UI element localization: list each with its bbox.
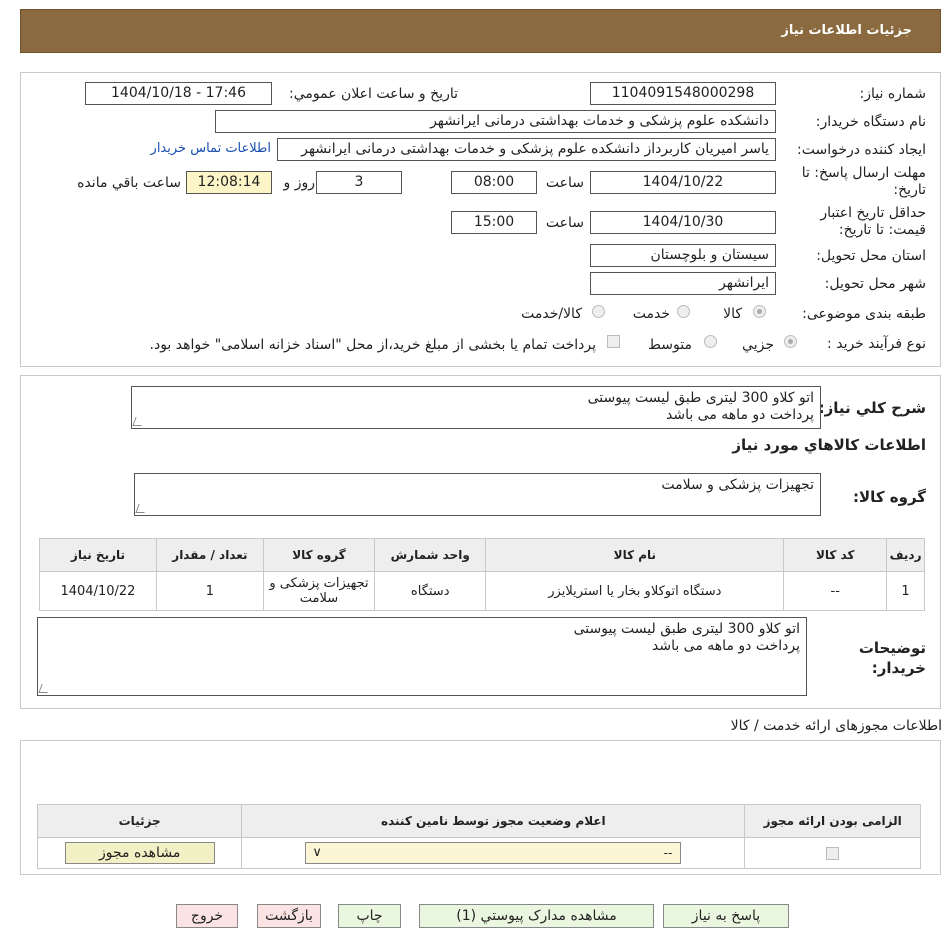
goods-table-header: رديف کد کالا نام کالا واحد شمارش گروه کا… [39, 538, 925, 572]
process-minor-label: جزیي [742, 337, 774, 353]
col-unit: واحد شمارش [374, 538, 487, 572]
col-details: جزئیات [36, 804, 243, 838]
treasury-note: پرداخت تمام یا بخشی از مبلغ خرید،از محل … [149, 337, 596, 353]
requester-label: ایجاد کننده درخواست: [797, 142, 926, 158]
col-mandatory: الزامی بودن ارائه مجوز [744, 804, 921, 838]
table-row: ∨ -- مشاهده مجوز [36, 837, 921, 869]
description-label: شرح کلي نياز: [818, 399, 926, 417]
city-label: شهر محل تحویل: [824, 276, 926, 292]
cell-details: مشاهده مجوز [36, 837, 243, 869]
deadline-date-field[interactable]: 1404/10/22 [590, 171, 776, 194]
col-code: کد کالا [783, 538, 888, 572]
announce-datetime-field[interactable]: 1404/10/18 - 17:46 [85, 82, 272, 105]
category-service-radio[interactable] [677, 305, 690, 318]
validity-date-field[interactable]: 1404/10/30 [590, 211, 776, 234]
cell-name: دستگاه اتوکلاو بخار یا استریلایزر [485, 571, 785, 611]
deadline-time-field[interactable]: 08:00 [451, 171, 537, 194]
buyer-contact-link[interactable]: اطلاعات تماس خریدار [151, 141, 271, 156]
cell-row: 1 [886, 571, 925, 611]
description-line-1: اتو کلاو 300 لیتری طبق لیست پیوستی [587, 390, 814, 406]
chevron-down-icon: ∨ [312, 845, 322, 860]
attachments-button[interactable]: مشاهده مدارک پیوستي (1) [419, 904, 654, 928]
col-qty: تعداد / مقدار [155, 538, 264, 572]
col-group: گروه کالا [262, 538, 376, 572]
col-date: تاريخ نياز [39, 538, 157, 572]
buyer-notes-line-1: اتو کلاو 300 لیتری طبق لیست پیوستی [573, 621, 800, 637]
cell-group: تجهیزات پزشکی و سلامت [262, 571, 376, 611]
permits-table-header: الزامی بودن ارائه مجوز اعلام وضعیت مجوز … [36, 804, 921, 838]
city-field[interactable]: ایرانشهر [590, 272, 776, 295]
resize-grip-icon[interactable] [132, 417, 145, 426]
permits-section-title: اطلاعات مجوزهای ارائه خدمت / کالا [730, 718, 942, 734]
category-label: طبقه بندی موضوعی: [802, 306, 926, 322]
goods-table: رديف کد کالا نام کالا واحد شمارش گروه کا… [39, 538, 925, 611]
buyer-notes-label: توضیحات خریدار: [858, 639, 926, 677]
mandatory-checkbox[interactable] [826, 846, 840, 860]
process-label: نوع فرآیند خرید : [827, 336, 926, 352]
province-field[interactable]: سیستان و بلوچستان [590, 244, 776, 267]
deadline-label: مهلت ارسال پاسخ: تا تاریخ: [801, 165, 926, 198]
need-number-field[interactable]: 1104091548000298 [590, 82, 776, 105]
category-goods-label: کالا [723, 306, 742, 322]
cell-mandatory [744, 837, 921, 869]
goods-group-value: تجهیزات پزشکی و سلامت [661, 477, 814, 493]
goods-section-title: اطلاعات کالاهاي مورد نياز [732, 436, 926, 454]
buyer-notes-textarea[interactable]: اتو کلاو 300 لیتری طبق لیست پیوستی پرداخ… [37, 617, 807, 696]
province-label: استان محل تحویل: [816, 248, 926, 264]
cell-date: 1404/10/22 [39, 571, 157, 611]
page-header: جزئیات اطلاعات نیاز [20, 9, 941, 53]
remaining-time-label: ساعت باقي مانده [77, 175, 181, 191]
col-row: رديف [886, 538, 925, 572]
days-field[interactable]: 3 [316, 171, 402, 194]
process-minor-radio[interactable] [784, 335, 797, 348]
col-status: اعلام وضعیت مجوز توسط نامین کننده [241, 804, 746, 838]
permit-status-value: -- [663, 846, 673, 860]
buyer-org-field[interactable]: دانشکده علوم پزشکی و خدمات بهداشتی درمان… [215, 110, 776, 133]
category-both-radio[interactable] [592, 305, 605, 318]
requester-field[interactable]: یاسر امیریان کاربرداز دانشکده علوم پزشکی… [277, 138, 776, 161]
remaining-time-field: 12:08:14 [186, 171, 272, 194]
category-both-label: کالا/خدمت [521, 306, 582, 322]
reply-button[interactable]: پاسخ به نیاز [663, 904, 789, 928]
buyer-notes-line-2: پرداخت دو ماهه می باشد [651, 638, 800, 654]
goods-group-label: گروه کالا: [853, 488, 926, 506]
description-line-2: پرداخت دو ماهه می باشد [665, 407, 814, 423]
cell-qty: 1 [155, 571, 264, 611]
permit-status-select[interactable]: ∨ -- [305, 842, 682, 864]
category-goods-radio[interactable] [753, 305, 766, 318]
table-row: 1 -- دستگاه اتوکلاو بخار یا استریلایزر د… [39, 571, 925, 611]
announce-label: تاریخ و ساعت اعلان عمومي: [289, 86, 458, 102]
permits-table: الزامی بودن ارائه مجوز اعلام وضعیت مجوز … [36, 804, 921, 869]
days-unit-label: روز و [283, 175, 316, 191]
cell-unit: دستگاه [374, 571, 487, 611]
category-service-label: خدمت [632, 306, 670, 322]
process-medium-radio[interactable] [704, 335, 717, 348]
process-medium-label: متوسط [648, 337, 692, 353]
col-name: نام کالا [485, 538, 785, 572]
validity-time-label: ساعت [545, 215, 584, 231]
resize-grip-icon[interactable] [38, 684, 51, 693]
validity-time-field[interactable]: 15:00 [451, 211, 537, 234]
description-textarea[interactable]: اتو کلاو 300 لیتری طبق لیست پیوستی پرداخ… [131, 386, 821, 429]
view-permit-button[interactable]: مشاهده مجوز [64, 842, 215, 864]
cell-code: -- [783, 571, 888, 611]
deadline-time-label: ساعت [545, 175, 584, 191]
page-title: جزئیات اطلاعات نیاز [781, 23, 912, 38]
treasury-checkbox[interactable] [607, 335, 620, 348]
print-button[interactable]: چاپ [338, 904, 401, 928]
resize-grip-icon[interactable] [135, 504, 148, 513]
validity-label: حداقل تاريخ اعتبار قیمت: تا تاریخ: [820, 205, 926, 238]
goods-group-textarea[interactable]: تجهیزات پزشکی و سلامت [134, 473, 821, 516]
cell-status: ∨ -- [241, 837, 746, 869]
buyer-org-label: نام دستگاه خریدار: [815, 114, 926, 130]
exit-button[interactable]: خروج [176, 904, 238, 928]
back-button[interactable]: بازگشت [257, 904, 321, 928]
need-number-label: شماره نیاز: [859, 86, 927, 102]
